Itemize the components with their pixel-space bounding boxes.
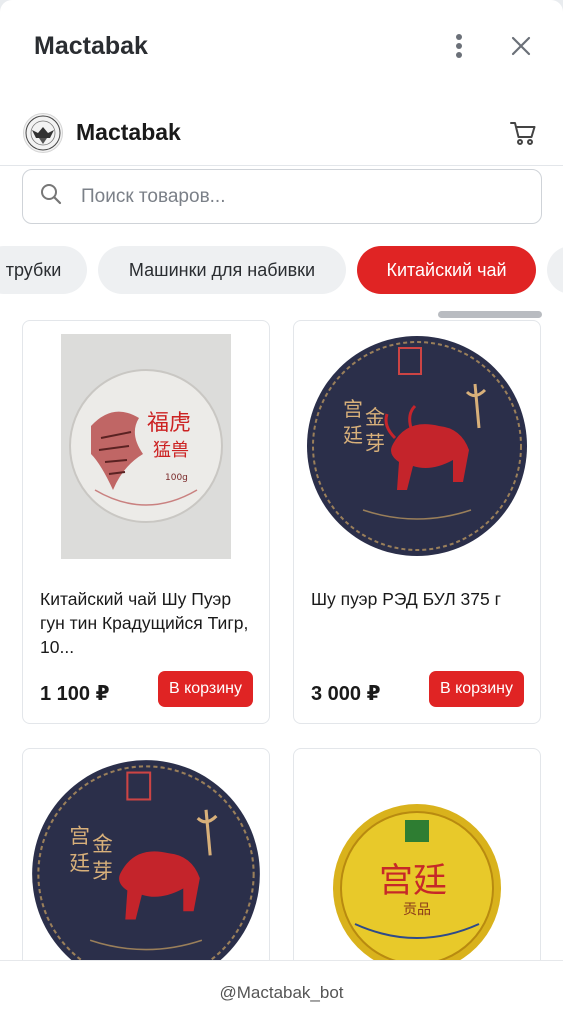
search-input[interactable] — [79, 184, 503, 209]
title-bar: Mactabak — [0, 0, 563, 92]
product-price: 3 000 ₽ — [311, 683, 381, 705]
window-title: Mactabak — [34, 31, 148, 60]
svg-text:猛兽: 猛兽 — [153, 440, 189, 461]
product-card[interactable]: 福虎 猛兽 100g Китайский чай Шу Пуэр гун тин… — [22, 320, 270, 724]
product-image-yellow-tea: 宫廷 贡品 — [294, 749, 540, 960]
svg-text:金: 金 — [365, 405, 385, 429]
svg-text:100g: 100g — [165, 473, 188, 483]
svg-text:廷: 廷 — [69, 851, 90, 875]
svg-text:宫: 宫 — [69, 824, 90, 848]
search-icon — [39, 182, 63, 211]
chip-label: трубки — [5, 259, 62, 280]
bot-handle[interactable]: @Mactabak_bot — [219, 983, 343, 1003]
product-card[interactable]: 宫 廷 金 芽 — [22, 748, 270, 960]
search-bar[interactable] — [22, 169, 542, 224]
svg-text:宫廷: 宫廷 — [379, 861, 447, 901]
shop-name: Mactabak — [76, 119, 181, 145]
product-card[interactable]: 宫 廷 金 芽 Шу пуэр РЭД БУЛ 375 г 3 000 ₽ В … — [293, 320, 541, 724]
product-name: Китайский чай Шу Пуэр гун тин Крадущийся… — [40, 589, 249, 657]
product-price: 1 100 ₽ — [40, 683, 110, 705]
chip-pipes[interactable]: трубки — [0, 246, 87, 294]
chip-label: Машинки для набивки — [128, 259, 316, 280]
chip-chinese-tea[interactable]: Китайский чай — [357, 246, 536, 294]
svg-text:金: 金 — [92, 832, 113, 856]
svg-text:芽: 芽 — [92, 859, 113, 883]
product-grid: 福虎 猛兽 100g Китайский чай Шу Пуэр гун тин… — [0, 318, 563, 960]
chip-label: Китайский чай — [386, 259, 507, 280]
bot-footer: @Mactabak_bot — [0, 960, 563, 1024]
chip-next[interactable] — [547, 246, 563, 294]
svg-text:宫: 宫 — [343, 397, 363, 421]
svg-text:福虎: 福虎 — [147, 411, 191, 436]
svg-text:芽: 芽 — [365, 431, 385, 455]
product-image-red-bull: 宫 廷 金 芽 — [294, 321, 540, 571]
svg-text:贡品: 贡品 — [403, 902, 431, 918]
chips-scrollbar[interactable] — [438, 311, 542, 318]
product-image-tiger: 福虎 猛兽 100g — [23, 321, 269, 571]
chip-filling-machines[interactable]: Машинки для набивки — [98, 246, 346, 294]
category-chips: трубки Машинки для набивки Китайский чай — [0, 246, 563, 294]
shop-header: Mactabak — [0, 100, 563, 166]
mini-app-window: Mactabak Mactabak Поиск товаров... трубк… — [0, 0, 563, 1024]
close-icon[interactable] — [501, 26, 541, 66]
shop-logo — [23, 112, 63, 153]
svg-text:廷: 廷 — [343, 423, 363, 447]
product-name: Шу пуэр РЭД БУЛ 375 г — [311, 589, 501, 609]
cart-icon[interactable] — [503, 113, 543, 153]
add-to-cart-button[interactable]: В корзину — [157, 671, 253, 707]
product-image-red-bull: 宫 廷 金 芽 — [23, 749, 269, 960]
add-to-cart-button[interactable]: В корзину — [428, 671, 524, 707]
product-card[interactable]: 宫廷 贡品 — [293, 748, 541, 960]
more-vertical-icon[interactable] — [439, 26, 479, 66]
